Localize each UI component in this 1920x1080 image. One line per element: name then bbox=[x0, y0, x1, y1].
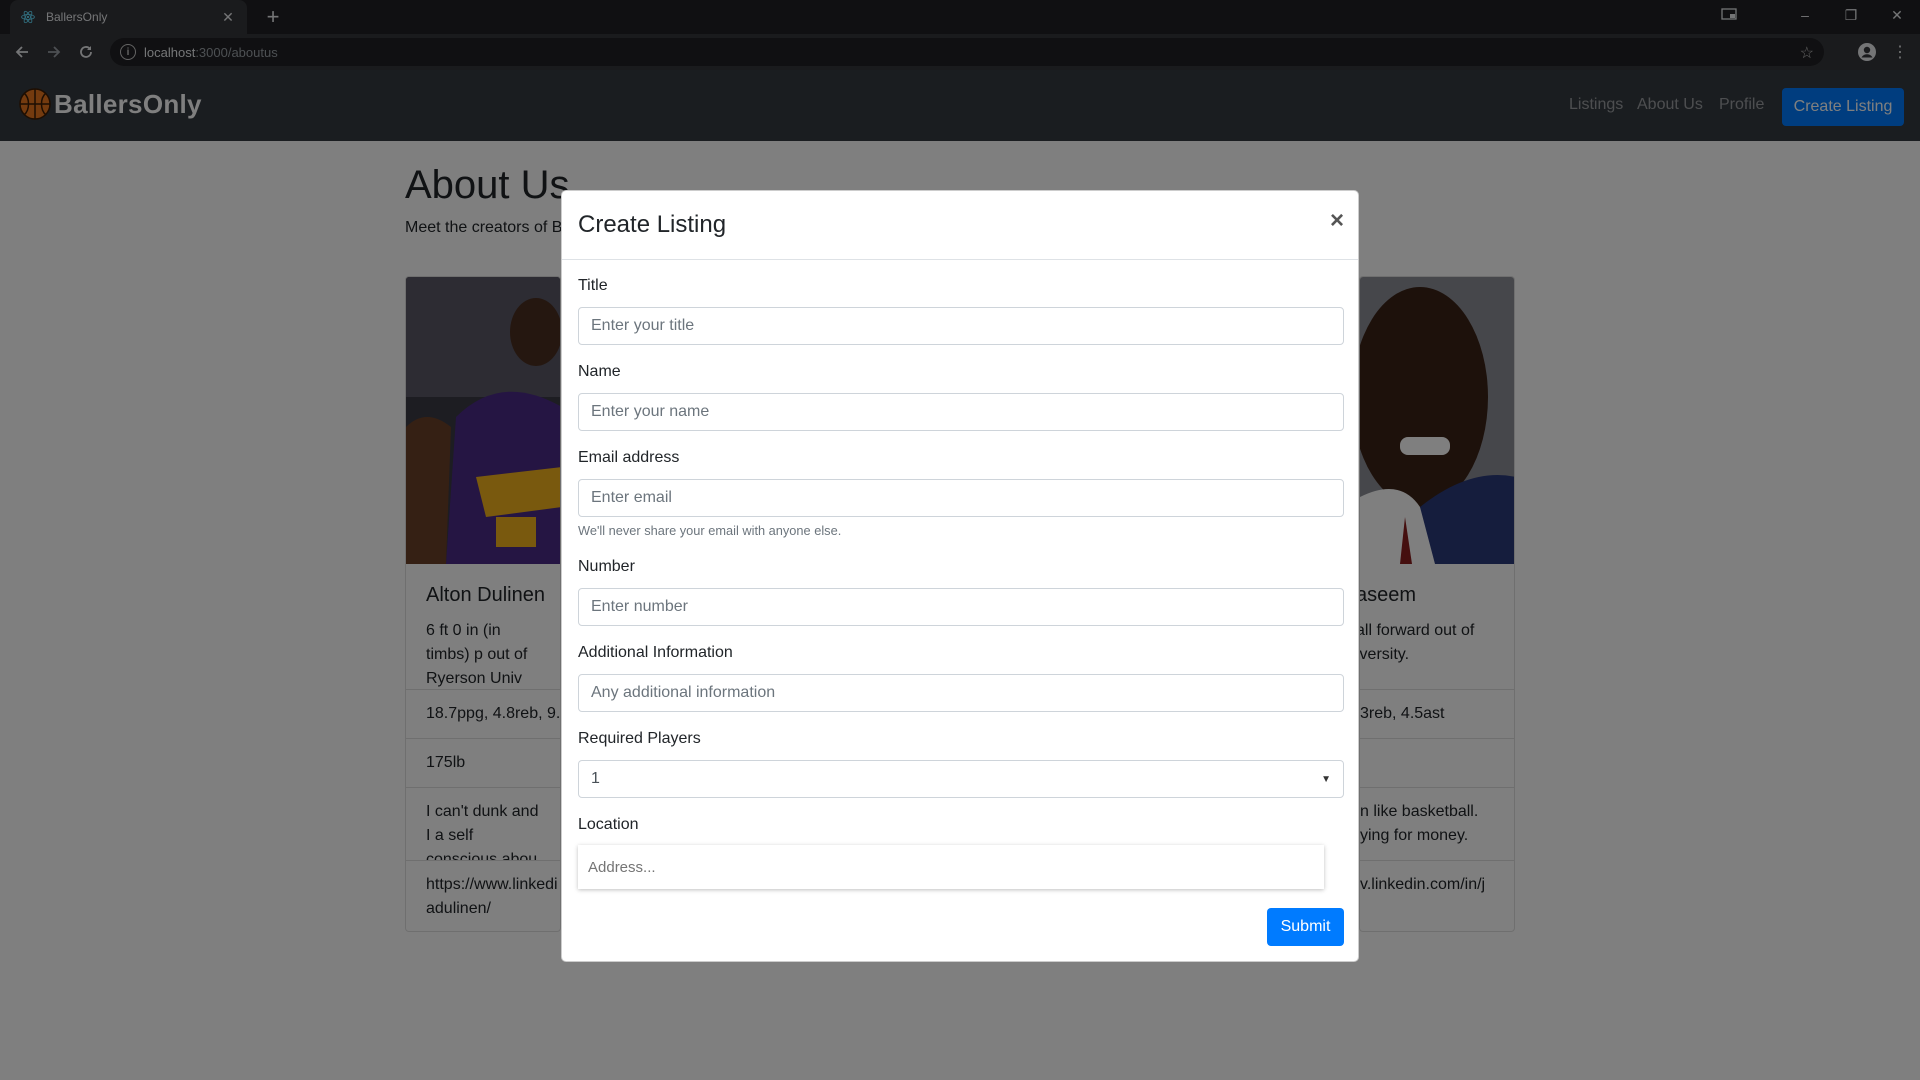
number-input[interactable]: Enter number bbox=[578, 588, 1344, 626]
additional-info-label: Additional Information bbox=[578, 644, 733, 661]
modal-title: Create Listing bbox=[578, 211, 727, 238]
number-label: Number bbox=[578, 558, 635, 575]
submit-button[interactable]: Submit bbox=[1267, 908, 1344, 946]
additional-info-input[interactable]: Any additional information bbox=[578, 674, 1344, 712]
email-label: Email address bbox=[578, 449, 680, 466]
name-input[interactable]: Enter your name bbox=[578, 393, 1344, 431]
close-icon[interactable]: × bbox=[1330, 209, 1344, 233]
title-label: Title bbox=[578, 277, 608, 294]
create-listing-modal: Create Listing × Title Enter your title … bbox=[561, 190, 1359, 962]
required-players-value: 1 bbox=[591, 770, 600, 787]
modal-header: Create Listing × bbox=[562, 191, 1358, 260]
required-players-select[interactable]: 1 ▼ bbox=[578, 760, 1344, 798]
email-input[interactable]: Enter email bbox=[578, 479, 1344, 517]
chevron-down-icon: ▼ bbox=[1321, 773, 1331, 785]
location-address-input[interactable]: Address... bbox=[578, 845, 1324, 889]
title-input[interactable]: Enter your title bbox=[578, 307, 1344, 345]
name-label: Name bbox=[578, 363, 621, 380]
email-help-text: We'll never share your email with anyone… bbox=[578, 523, 842, 538]
required-players-label: Required Players bbox=[578, 730, 701, 747]
location-label: Location bbox=[578, 816, 639, 833]
